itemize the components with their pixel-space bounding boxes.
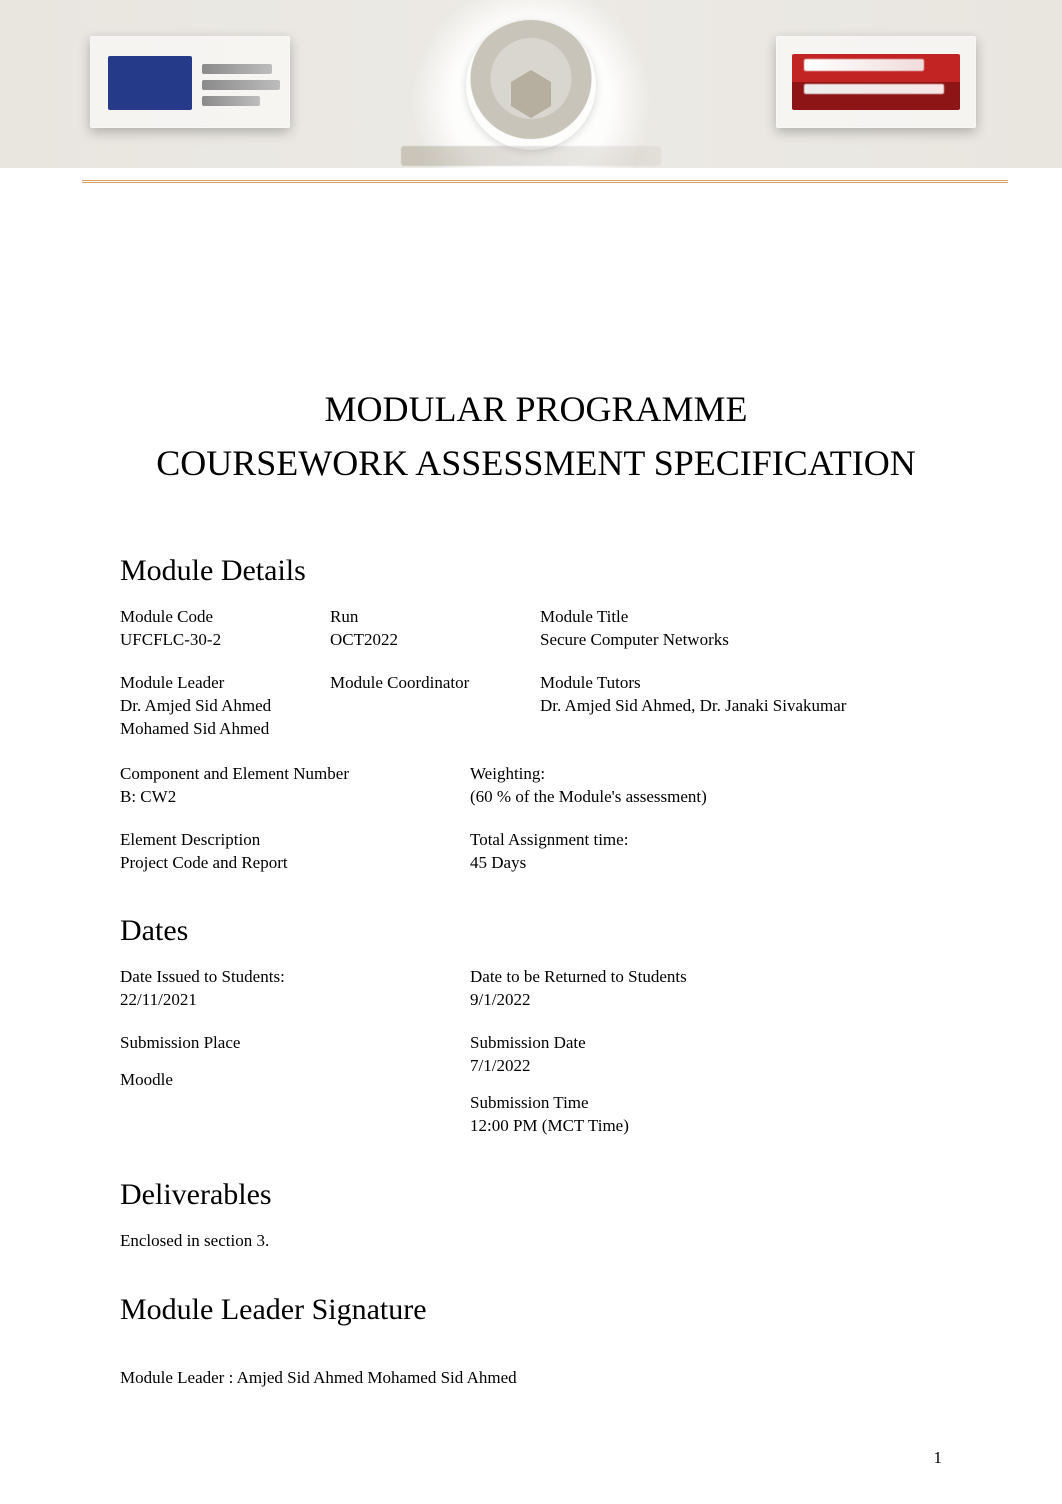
deliverables-text: Enclosed in section 3. [120,1230,952,1253]
label: Date to be Returned to Students [470,966,952,989]
cell-run: Run OCT2022 [330,606,530,652]
section-heading-signature: Module Leader Signature [120,1293,952,1327]
value: Dr. Amjed Sid Ahmed, Dr. Janaki Sivakuma… [540,695,952,718]
value: OCT2022 [330,629,530,652]
center-seal-icon [466,20,596,150]
label: Run [330,606,530,629]
value: UFCFLC-30-2 [120,629,320,652]
label: Date Issued to Students: [120,966,460,989]
submission-date-value: 7/1/2022 [470,1055,952,1078]
partner-logo-right-icon [776,36,976,128]
page-content: MODULAR PROGRAMME COURSEWORK ASSESSMENT … [0,168,1062,1390]
cell-weighting: Weighting: (60 % of the Module's assessm… [470,763,952,809]
cell-submission-place: Submission Place Moodle [120,1032,460,1138]
value: 9/1/2022 [470,989,952,1012]
label: Module Title [540,606,952,629]
value: Moodle [120,1069,460,1092]
value: Secure Computer Networks [540,629,952,652]
cell-module-leader: Module Leader Dr. Amjed Sid Ahmed Mohame… [120,672,320,741]
partner-logo-left-icon [90,36,290,128]
cell-component-element: Component and Element Number B: CW2 [120,763,460,809]
signature-text: Module Leader : Amjed Sid Ahmed Mohamed … [120,1367,952,1390]
value: 22/11/2021 [120,989,460,1012]
label: Weighting: [470,763,952,786]
cell-module-coordinator: Module Coordinator [330,672,530,741]
banner-caption-blur [401,146,661,166]
cell-date-returned: Date to be Returned to Students 9/1/2022 [470,966,952,1012]
doc-title-line1: MODULAR PROGRAMME [120,388,952,430]
section-heading-module-details: Module Details [120,554,952,588]
label: Module Leader [120,672,320,695]
label: Module Coordinator [330,672,530,695]
dates-grid: Date Issued to Students: 22/11/2021 Date… [120,966,952,1138]
page-number: 1 [934,1448,943,1468]
cell-submission-date-time: Submission Date 7/1/2022 Submission Time… [470,1032,952,1138]
module-details-grid-3col: Module Code UFCFLC-30-2 Run OCT2022 Modu… [120,606,952,741]
label: Component and Element Number [120,763,460,786]
cell-module-code: Module Code UFCFLC-30-2 [120,606,320,652]
label: Module Tutors [540,672,952,695]
module-details-grid-2col: Component and Element Number B: CW2 Weig… [120,763,952,875]
value: Dr. Amjed Sid Ahmed Mohamed Sid Ahmed [120,695,320,741]
cell-module-tutors: Module Tutors Dr. Amjed Sid Ahmed, Dr. J… [540,672,952,741]
value: (60 % of the Module's assessment) [470,786,952,809]
value: Project Code and Report [120,852,460,875]
cell-element-description: Element Description Project Code and Rep… [120,829,460,875]
submission-time-label: Submission Time [470,1092,952,1115]
header-banner [0,0,1062,168]
label: Element Description [120,829,460,852]
label: Module Code [120,606,320,629]
label: Submission Place [120,1032,460,1055]
cell-module-title: Module Title Secure Computer Networks [540,606,952,652]
section-heading-deliverables: Deliverables [120,1178,952,1212]
submission-date-label: Submission Date [470,1032,952,1055]
section-heading-dates: Dates [120,914,952,948]
submission-time-value: 12:00 PM (MCT Time) [470,1115,952,1138]
doc-title-line2: COURSEWORK ASSESSMENT SPECIFICATION [120,442,952,484]
value: 45 Days [470,852,952,875]
label: Total Assignment time: [470,829,952,852]
cell-total-time: Total Assignment time: 45 Days [470,829,952,875]
cell-date-issued: Date Issued to Students: 22/11/2021 [120,966,460,1012]
value: B: CW2 [120,786,460,809]
